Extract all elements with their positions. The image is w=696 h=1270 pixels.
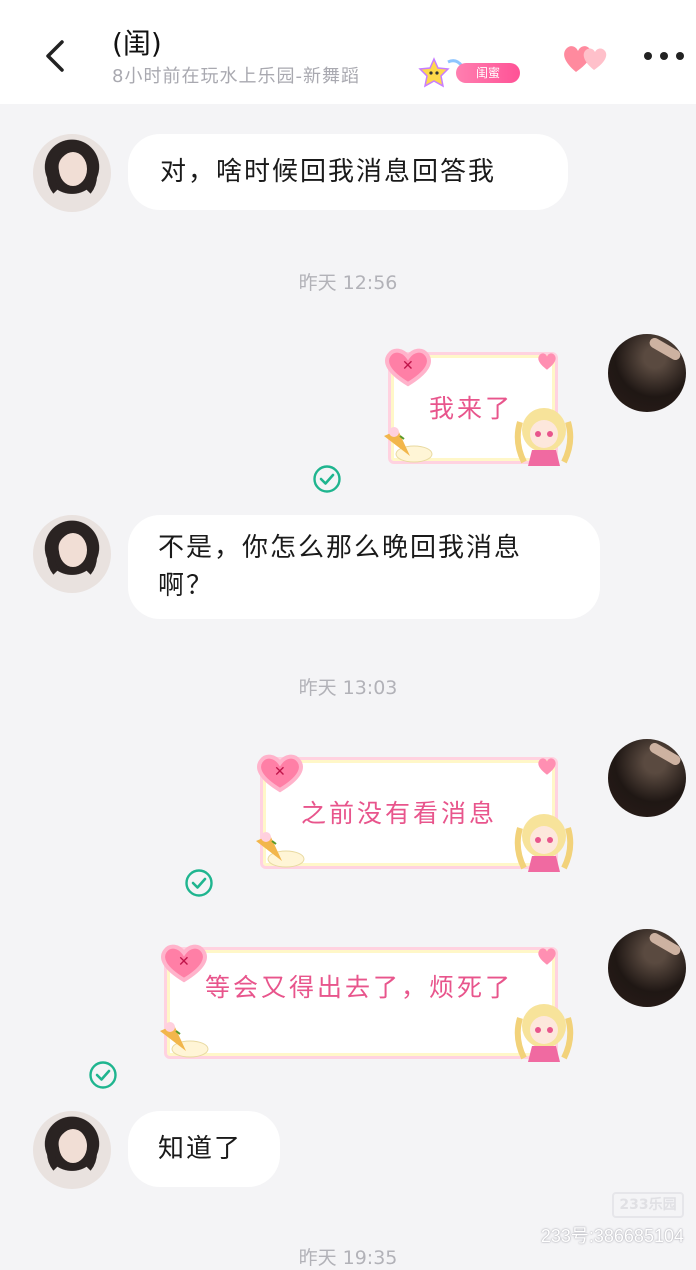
my-avatar[interactable] bbox=[608, 334, 686, 412]
small-heart-icon bbox=[538, 948, 556, 965]
message-text: 知道了 bbox=[158, 1134, 243, 1164]
message-text: 我来了 bbox=[429, 394, 514, 423]
chat-header: (闺) 8小时前在玩水上乐园-新舞蹈 闺蜜 bbox=[0, 0, 696, 104]
incoming-message[interactable]: 对，啥时候回我消息回答我 bbox=[128, 134, 568, 210]
incoming-message[interactable]: 不是，你怎么那么晚回我消息啊？ bbox=[128, 515, 600, 619]
heart-badge-icon: ✕ bbox=[385, 348, 431, 387]
heart-badge-icon: ✕ bbox=[257, 754, 303, 793]
svg-text:✕: ✕ bbox=[274, 764, 286, 780]
ice-cream-icon bbox=[384, 427, 433, 463]
my-avatar[interactable] bbox=[608, 739, 686, 817]
contact-status: 8小时前在玩水上乐园-新舞蹈 bbox=[112, 66, 360, 87]
contact-avatar[interactable] bbox=[33, 1111, 111, 1189]
message-text: 不是，你怎么那么晚回我消息啊？ bbox=[158, 533, 523, 601]
watermark-id: 233号:386685104 bbox=[540, 1226, 684, 1246]
outgoing-message[interactable]: 等会又得出去了，烦死了 bbox=[164, 947, 558, 1059]
contact-name[interactable]: (闺) bbox=[112, 22, 162, 62]
chibi-girl-sticker-icon bbox=[514, 1004, 574, 1062]
small-heart-icon bbox=[538, 758, 556, 775]
relation-badge[interactable]: 闺蜜 bbox=[416, 56, 522, 90]
svg-text:✕: ✕ bbox=[402, 358, 414, 374]
incoming-message[interactable]: 知道了 bbox=[128, 1111, 280, 1187]
more-options-icon[interactable] bbox=[642, 48, 686, 64]
ice-cream-icon bbox=[160, 1022, 209, 1058]
chibi-girl-sticker-icon bbox=[514, 408, 574, 466]
read-check-icon bbox=[185, 869, 213, 897]
my-avatar[interactable] bbox=[608, 929, 686, 1007]
heart-badge-icon: ✕ bbox=[161, 944, 207, 983]
message-text: 对，啥时候回我消息回答我 bbox=[160, 157, 497, 187]
chibi-girl-sticker-icon bbox=[514, 814, 574, 872]
read-check-icon bbox=[89, 1061, 117, 1089]
small-heart-icon bbox=[538, 353, 556, 370]
svg-text:✕: ✕ bbox=[178, 954, 190, 970]
message-text: 之前没有看消息 bbox=[301, 799, 498, 828]
read-check-icon bbox=[313, 465, 341, 493]
message-text: 等会又得出去了，烦死了 bbox=[205, 973, 514, 1002]
contact-avatar[interactable] bbox=[33, 134, 111, 212]
contact-avatar[interactable] bbox=[33, 515, 111, 593]
back-arrow-icon[interactable] bbox=[36, 36, 76, 76]
timestamp: 昨天 13:03 bbox=[298, 677, 398, 699]
timestamp: 昨天 12:56 bbox=[298, 272, 398, 294]
ice-cream-icon bbox=[256, 832, 305, 868]
intimacy-hearts-icon[interactable] bbox=[560, 40, 612, 76]
relation-badge-label: 闺蜜 bbox=[456, 63, 520, 83]
watermark-logo: 233乐园 bbox=[612, 1192, 684, 1218]
